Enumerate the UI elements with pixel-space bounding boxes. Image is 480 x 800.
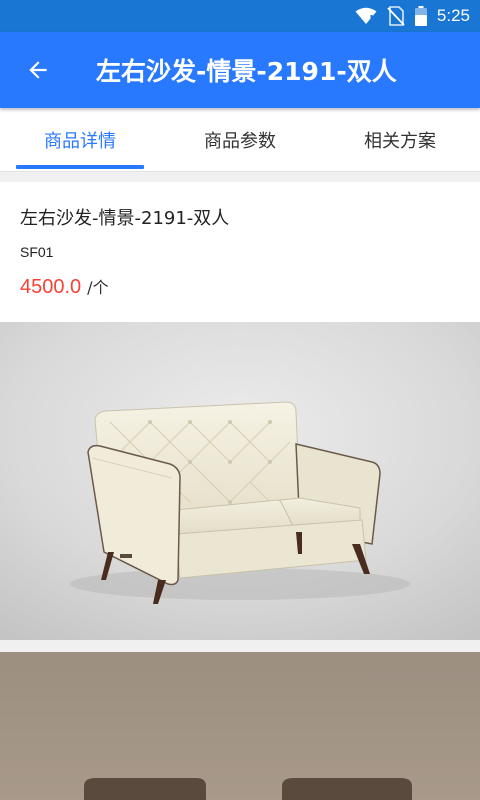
product-name: 左右沙发-情景-2191-双人 <box>20 208 230 229</box>
price-row: 4500.0 /个 <box>20 274 109 299</box>
tab-product-params[interactable]: 商品参数 <box>160 108 320 171</box>
status-bar: 5:25 <box>0 0 480 32</box>
product-price: 4500.0 <box>20 276 82 298</box>
page-title: 左右沙发-情景-2191-双人 <box>96 57 397 86</box>
product-info-card: 左右沙发-情景-2191-双人 SF01 4500.0 /个 <box>0 182 480 322</box>
product-image-scene[interactable] <box>0 652 480 800</box>
wifi-icon <box>355 7 377 25</box>
tab-product-details[interactable]: 商品详情 <box>0 108 160 171</box>
product-image-sofa[interactable] <box>0 322 480 640</box>
no-sim-icon <box>387 6 405 26</box>
product-code: SF01 <box>20 244 54 260</box>
tab-related-plans[interactable]: 相关方案 <box>320 108 480 171</box>
arrow-back-icon <box>29 61 47 79</box>
product-unit: /个 <box>87 278 109 297</box>
app-bar: 左右沙发-情景-2191-双人 <box>0 32 480 108</box>
battery-icon <box>414 6 427 26</box>
back-button[interactable] <box>10 32 66 108</box>
status-time: 5:25 <box>436 6 470 25</box>
tab-bar: 商品详情 商品参数 相关方案 <box>0 108 480 172</box>
